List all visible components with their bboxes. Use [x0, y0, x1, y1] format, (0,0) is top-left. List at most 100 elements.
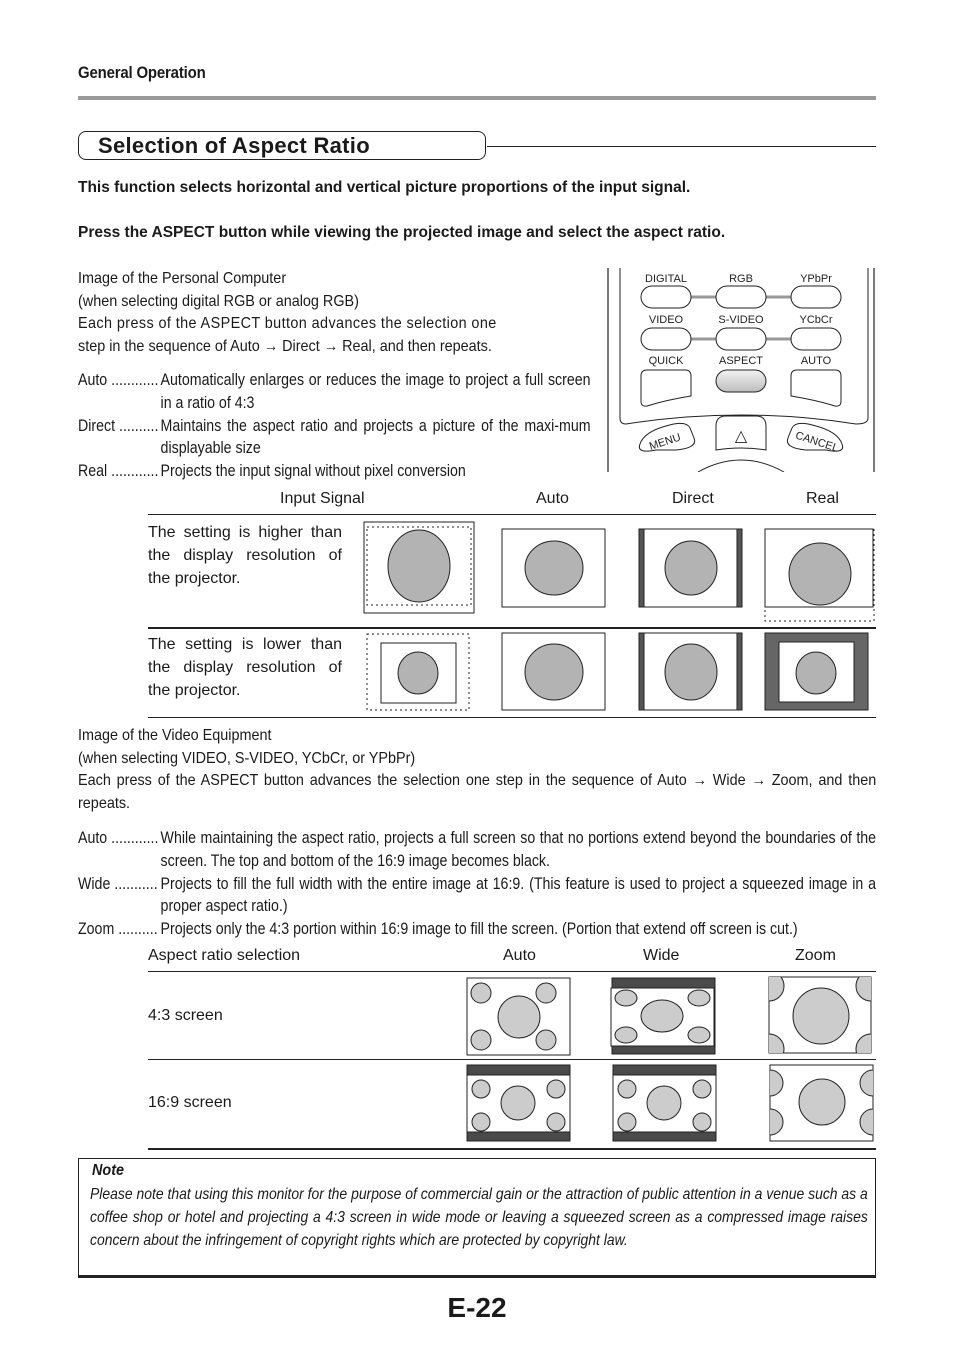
- def-term: Real ............: [78, 462, 159, 481]
- circle: [692, 1079, 712, 1099]
- page-number: E-22: [447, 1292, 507, 1323]
- def-auto: Auto ............ While maintaining the …: [78, 827, 876, 873]
- pc-sequence-1: Each press of the ASPECT button advances…: [78, 315, 497, 332]
- circle: [692, 1112, 712, 1132]
- btn-label-svideo: S-VIDEO: [718, 314, 764, 326]
- circle: [795, 651, 837, 695]
- pc-heading: Image of the Personal Computer: [78, 270, 287, 287]
- table-rule: [148, 514, 876, 516]
- circle: [664, 540, 718, 596]
- circle: [617, 1079, 637, 1099]
- note-text: Please note that using this monitor for …: [90, 1184, 868, 1252]
- circle: [546, 1079, 566, 1099]
- pc-description: Image of the Personal Computer (when sel…: [78, 268, 593, 358]
- video-subheading: (when selecting VIDEO, S-VIDEO, YCbCr, o…: [78, 749, 416, 767]
- def-term: Direct ..........: [78, 416, 159, 435]
- title-rule: [487, 146, 876, 147]
- ypbpr-button: [790, 285, 842, 309]
- pillar-bar: [736, 528, 743, 608]
- def-direct: Direct .......... Maintains the aspect r…: [78, 415, 591, 461]
- video-definitions: Auto ............ While maintaining the …: [78, 827, 876, 941]
- circle: [470, 1029, 492, 1051]
- btn-label-ypbpr: YPbPr: [800, 273, 832, 285]
- def-zoom: Zoom .......... Projects only the 4:3 po…: [78, 918, 876, 941]
- def-desc: Automatically enlarges or reduces the im…: [160, 371, 591, 412]
- circle: [471, 1079, 491, 1099]
- def-desc: Projects only the 4:3 portion within 16:…: [160, 920, 798, 939]
- pc-subheading: (when selecting digital RGB or analog RG…: [78, 292, 359, 310]
- page-title: Selection of Aspect Ratio: [98, 133, 370, 158]
- circle: [798, 1078, 846, 1126]
- pc-sequence-2: step in the sequence of Auto → Direct → …: [78, 337, 492, 355]
- note-title: Note: [92, 1162, 125, 1179]
- digital-button: [640, 285, 692, 309]
- def-term: Zoom ..........: [78, 920, 158, 939]
- circle: [614, 989, 638, 1007]
- row-lower-label: The setting is lower than the display re…: [148, 636, 342, 699]
- circle: [646, 1085, 682, 1121]
- col-real: Real: [806, 490, 839, 507]
- header-rule: [78, 96, 876, 100]
- video-description: Image of the Video Equipment (when selec…: [78, 725, 876, 815]
- circle: [397, 651, 439, 695]
- col-auto: Auto: [536, 490, 569, 507]
- circle: [470, 982, 492, 1004]
- rgb-button: [715, 285, 767, 309]
- circle: [617, 1112, 637, 1132]
- def-real: Real ............ Projects the input sig…: [78, 460, 591, 483]
- circle: [387, 529, 451, 603]
- circle: [855, 1033, 871, 1053]
- pillar-bar: [736, 632, 743, 711]
- pc-diagrams: [363, 521, 875, 711]
- def-desc: Maintains the aspect ratio and projects …: [160, 416, 591, 458]
- section-header: General Operation: [78, 63, 206, 82]
- circle: [535, 982, 557, 1004]
- pillar-bar: [638, 632, 645, 711]
- circle: [687, 1026, 711, 1044]
- circle: [524, 540, 584, 596]
- btn-label-rgb: RGB: [729, 273, 753, 285]
- col-direct: Direct: [672, 490, 714, 507]
- pc-definitions: Auto ............ Automatically enlarges…: [78, 369, 674, 483]
- ycbcr-button: [790, 327, 842, 351]
- col-auto: Auto: [503, 947, 536, 964]
- circle: [770, 1108, 784, 1136]
- up-arrow-icon: △: [735, 426, 748, 445]
- dial-ring: [697, 459, 785, 472]
- col-zoom: Zoom: [795, 947, 836, 964]
- circle: [500, 1085, 536, 1121]
- circle: [792, 987, 850, 1045]
- circle: [769, 977, 785, 1002]
- circle: [664, 643, 718, 701]
- circle: [535, 1029, 557, 1051]
- def-term: Auto ............: [78, 371, 159, 389]
- circle: [770, 1069, 784, 1097]
- auto-button: [790, 369, 842, 407]
- def-term: Wide ...........: [78, 874, 158, 893]
- def-desc: Projects the input signal without pixel …: [160, 462, 466, 481]
- row-169-label: 16:9 screen: [148, 1094, 232, 1111]
- quick-button: [640, 369, 692, 407]
- circle: [546, 1112, 566, 1132]
- video-diagrams: [466, 976, 874, 1142]
- btn-label-quick: QUICK: [649, 355, 685, 367]
- pillar-bar: [638, 528, 645, 608]
- remote-control-illustration: DIGITAL RGB YPbPr VIDEO S-VIDEO YCbCr QU…: [607, 268, 875, 472]
- def-auto: Auto ............ Automatically enlarges…: [78, 369, 591, 415]
- row-43-label: 4:3 screen: [148, 1007, 223, 1024]
- col-input-signal: Input Signal: [280, 490, 365, 507]
- circle: [788, 542, 852, 606]
- circle: [471, 1112, 491, 1132]
- circle: [614, 1026, 638, 1044]
- circle: [524, 643, 584, 701]
- row-higher-label: The setting is higher than the display r…: [148, 524, 342, 587]
- svideo-button: [715, 327, 767, 351]
- btn-label-video: VIDEO: [649, 314, 684, 326]
- table-rule: [148, 1148, 876, 1150]
- btn-label-ycbcr: YCbCr: [799, 314, 832, 326]
- aspect-button: [715, 369, 767, 393]
- circle: [687, 989, 711, 1007]
- btn-label-auto: AUTO: [801, 355, 832, 367]
- intro-line-2: Press the ASPECT button while viewing th…: [78, 224, 726, 241]
- def-desc: While maintaining the aspect ratio, proj…: [160, 829, 877, 870]
